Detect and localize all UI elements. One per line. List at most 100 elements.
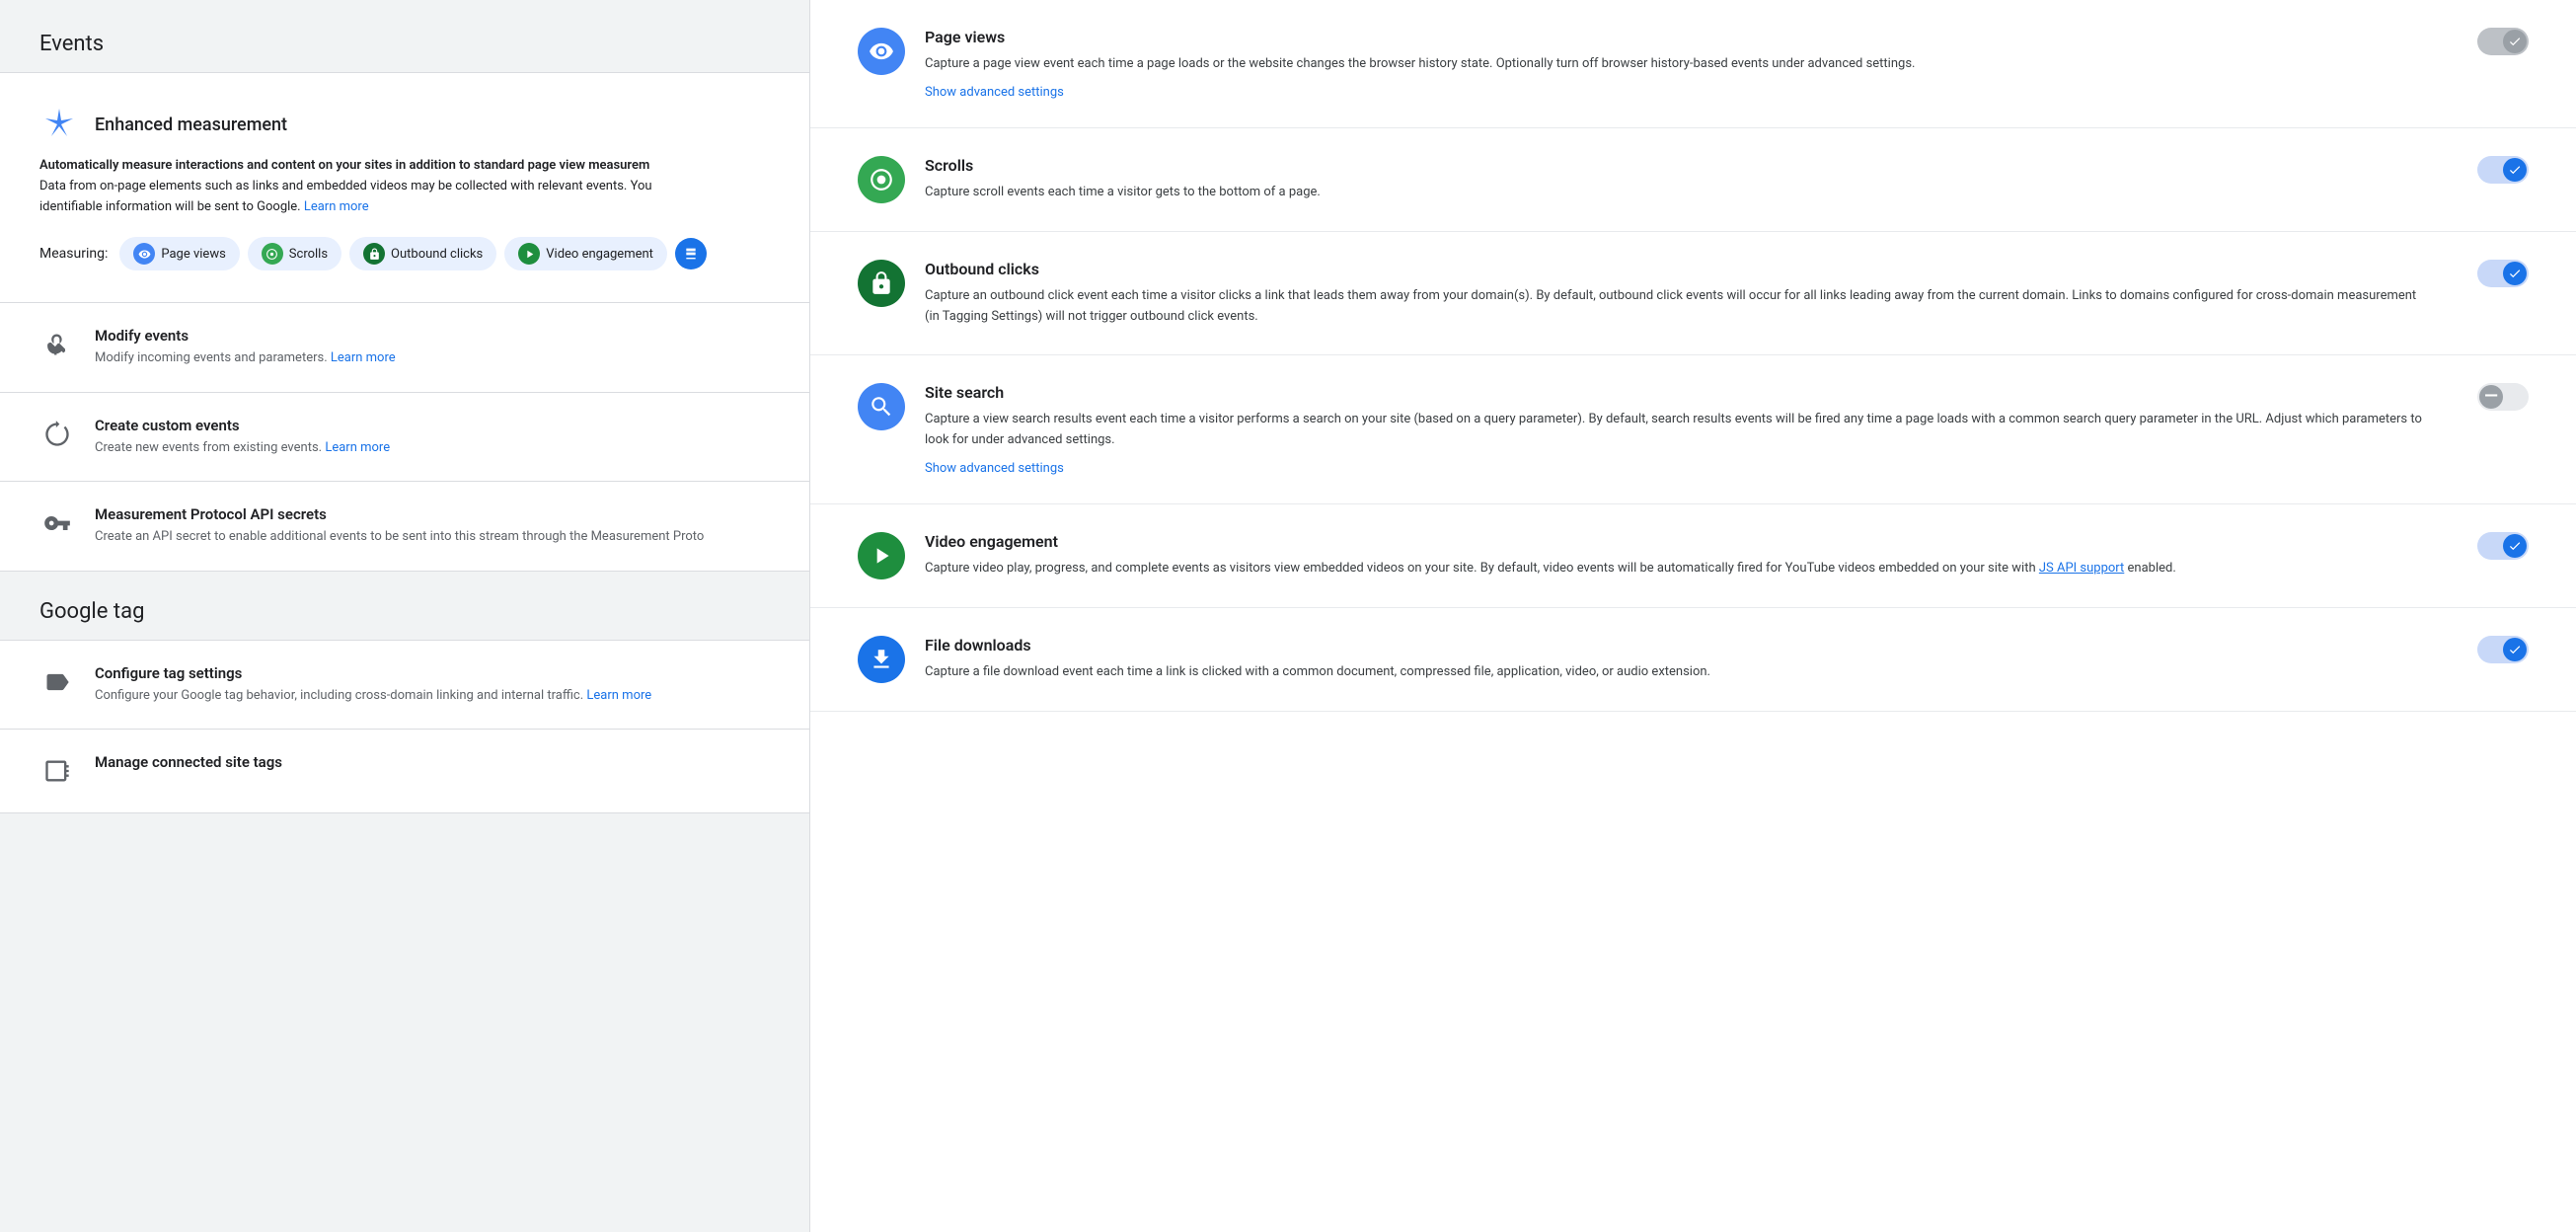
feature-site-search-title: Site search	[925, 383, 2434, 402]
enhanced-desc: Automatically measure interactions and c…	[39, 156, 770, 217]
enhanced-desc-bold: Automatically measure interactions and c…	[39, 158, 649, 173]
feature-file-downloads-icon	[858, 636, 905, 683]
create-custom-events-desc: Create new events from existing events. …	[95, 438, 770, 458]
feature-scrolls-desc: Capture scroll events each time a visito…	[925, 183, 2434, 203]
google-tag-header: Google tag	[0, 572, 809, 641]
google-tag-title: Google tag	[39, 599, 144, 624]
measurement-protocol-title: Measurement Protocol API secrets	[95, 505, 770, 523]
feature-file-downloads-desc: Capture a file download event each time …	[925, 662, 2434, 683]
site-search-toggle[interactable]: —	[2477, 383, 2529, 411]
feature-outbound-clicks-desc: Capture an outbound click event each tim…	[925, 286, 2434, 328]
chip-scrolls-label: Scrolls	[289, 247, 328, 262]
measurement-protocol-desc: Create an API secret to enable additiona…	[95, 527, 770, 547]
measurement-protocol-item[interactable]: Measurement Protocol API secrets Create …	[0, 482, 809, 572]
site-search-toggle-area[interactable]: —	[2477, 383, 2529, 411]
feature-scrolls-title: Scrolls	[925, 156, 2434, 175]
configure-tag-learn-more[interactable]: Learn more	[586, 688, 651, 703]
feature-site-search-content: Site search Capture a view search result…	[925, 383, 2434, 476]
manage-connected-tags-item[interactable]: Manage connected site tags	[0, 730, 809, 813]
create-custom-events-title: Create custom events	[95, 417, 770, 434]
create-custom-events-learn-more[interactable]: Learn more	[325, 440, 390, 455]
measuring-label: Measuring:	[39, 246, 108, 262]
create-custom-events-icon	[39, 417, 75, 452]
create-custom-events-content: Create custom events Create new events f…	[95, 417, 770, 458]
modify-events-icon	[39, 327, 75, 362]
enhanced-measurement-card: Enhanced measurement Automatically measu…	[0, 73, 809, 303]
feature-outbound-clicks: Outbound clicks Capture an outbound clic…	[810, 232, 2576, 356]
feature-video-engagement-icon	[858, 532, 905, 579]
feature-file-downloads-title: File downloads	[925, 636, 2434, 654]
chip-outbound-clicks-label: Outbound clicks	[391, 247, 483, 262]
feature-site-search: Site search Capture a view search result…	[810, 355, 2576, 504]
chip-eye-icon	[133, 243, 155, 265]
more-chips-button[interactable]	[675, 238, 707, 270]
configure-tag-item[interactable]: Configure tag settings Configure your Go…	[0, 641, 809, 731]
feature-site-search-icon	[858, 383, 905, 430]
configure-tag-title: Configure tag settings	[95, 664, 770, 682]
scrolls-toggle[interactable]	[2477, 156, 2529, 184]
chip-scrolls[interactable]: Scrolls	[248, 237, 341, 270]
feature-scrolls-icon	[858, 156, 905, 203]
chip-outbound-clicks[interactable]: Outbound clicks	[349, 237, 496, 270]
enhanced-card-header: Enhanced measurement	[39, 105, 770, 144]
configure-tag-desc: Configure your Google tag behavior, incl…	[95, 686, 770, 706]
feature-page-views-desc: Capture a page view event each time a pa…	[925, 54, 2434, 75]
feature-page-views-icon	[858, 28, 905, 75]
outbound-clicks-toggle[interactable]	[2477, 260, 2529, 287]
left-panel: Events Enhanced measurement Automaticall…	[0, 0, 809, 1232]
chip-page-views[interactable]: Page views	[119, 237, 239, 270]
configure-tag-content: Configure tag settings Configure your Go…	[95, 664, 770, 706]
feature-video-engagement: Video engagement Capture video play, pro…	[810, 504, 2576, 608]
manage-connected-tags-icon	[39, 753, 75, 789]
manage-connected-tags-title: Manage connected site tags	[95, 753, 770, 771]
video-engagement-toggle[interactable]	[2477, 532, 2529, 560]
file-downloads-toggle-area[interactable]	[2477, 636, 2529, 663]
page-views-toggle[interactable]	[2477, 28, 2529, 55]
video-engagement-toggle-area[interactable]	[2477, 532, 2529, 560]
feature-scrolls-content: Scrolls Capture scroll events each time …	[925, 156, 2434, 203]
right-panel: Page views Capture a page view event eac…	[809, 0, 2576, 1232]
enhanced-measurement-icon	[39, 105, 79, 144]
feature-site-search-desc: Capture a view search results event each…	[925, 410, 2434, 451]
feature-page-views-title: Page views	[925, 28, 2434, 46]
configure-tag-icon	[39, 664, 75, 700]
feature-page-views: Page views Capture a page view event eac…	[810, 0, 2576, 128]
measuring-row: Measuring: Page views Scrolls	[39, 237, 770, 270]
enhanced-learn-more-link[interactable]: Learn more	[304, 199, 369, 214]
measurement-protocol-content: Measurement Protocol API secrets Create …	[95, 505, 770, 547]
feature-page-views-content: Page views Capture a page view event eac…	[925, 28, 2434, 100]
modify-events-item[interactable]: Modify events Modify incoming events and…	[0, 303, 809, 393]
feature-outbound-clicks-content: Outbound clicks Capture an outbound clic…	[925, 260, 2434, 328]
feature-video-engagement-title: Video engagement	[925, 532, 2434, 551]
file-downloads-toggle[interactable]	[2477, 636, 2529, 663]
scrolls-toggle-area[interactable]	[2477, 156, 2529, 184]
chip-scroll-icon	[262, 243, 283, 265]
modify-events-title: Modify events	[95, 327, 770, 345]
measurement-protocol-icon	[39, 505, 75, 541]
chip-video-engagement[interactable]: Video engagement	[504, 237, 667, 270]
page-views-toggle-area[interactable]	[2477, 28, 2529, 55]
feature-outbound-clicks-title: Outbound clicks	[925, 260, 2434, 278]
feature-file-downloads-content: File downloads Capture a file download e…	[925, 636, 2434, 683]
modify-events-desc: Modify incoming events and parameters. L…	[95, 348, 770, 368]
page-views-show-advanced-link[interactable]: Show advanced settings	[925, 85, 2434, 100]
feature-outbound-clicks-icon	[858, 260, 905, 307]
manage-connected-tags-content: Manage connected site tags	[95, 753, 770, 775]
modify-events-learn-more[interactable]: Learn more	[331, 350, 396, 365]
enhanced-title: Enhanced measurement	[95, 115, 287, 135]
chip-video-icon	[518, 243, 540, 265]
js-api-link[interactable]: JS API support	[2039, 561, 2124, 576]
feature-file-downloads: File downloads Capture a file download e…	[810, 608, 2576, 712]
feature-scrolls: Scrolls Capture scroll events each time …	[810, 128, 2576, 232]
chip-page-views-label: Page views	[161, 247, 225, 262]
enhanced-desc-normal: Data from on-page elements such as links…	[39, 179, 652, 214]
modify-events-content: Modify events Modify incoming events and…	[95, 327, 770, 368]
events-header: Events	[0, 0, 809, 73]
events-title: Events	[39, 32, 104, 56]
feature-video-engagement-content: Video engagement Capture video play, pro…	[925, 532, 2434, 579]
chip-outbound-icon	[363, 243, 385, 265]
outbound-clicks-toggle-area[interactable]	[2477, 260, 2529, 287]
site-search-show-advanced-link[interactable]: Show advanced settings	[925, 461, 2434, 476]
feature-video-engagement-desc: Capture video play, progress, and comple…	[925, 559, 2434, 579]
create-custom-events-item[interactable]: Create custom events Create new events f…	[0, 393, 809, 483]
